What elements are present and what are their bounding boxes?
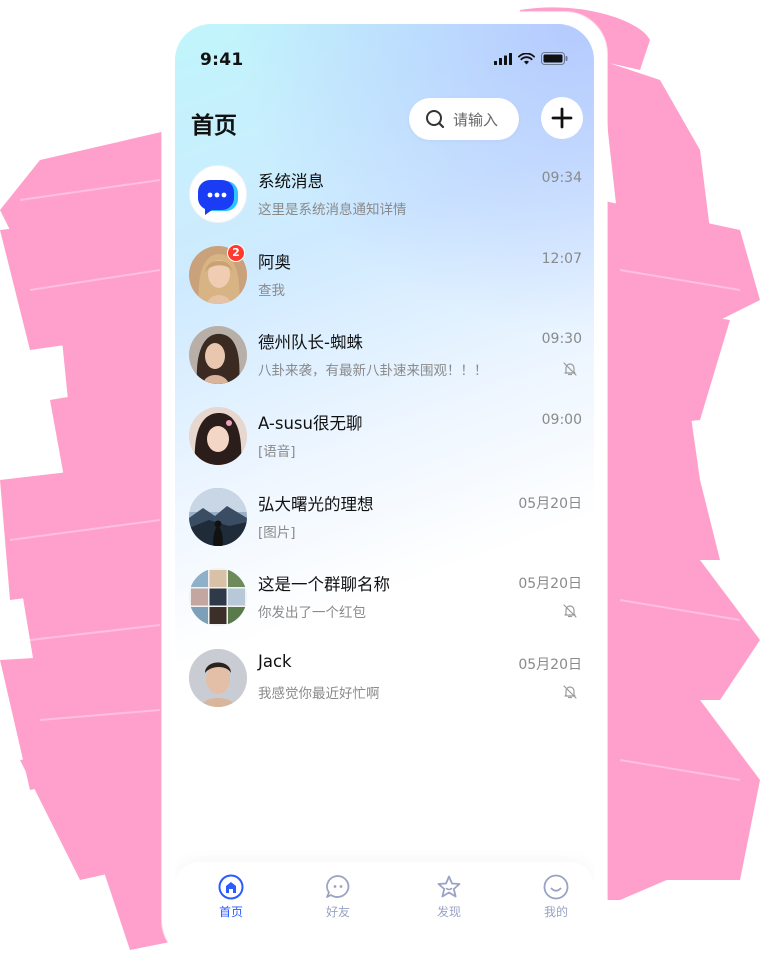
mute-bell-icon [563, 604, 577, 619]
avatar [189, 407, 247, 466]
group-grid-avatar [189, 568, 247, 627]
girl-bangs-avatar [189, 407, 247, 466]
status-bar: 9:41 [175, 24, 594, 74]
chat-time: 09:30 [541, 331, 582, 348]
chat-item[interactable]: 2 阿奥 查我 12:07 [175, 235, 594, 316]
phone-frame: 9:41 首页 请输入 系统消息 这里是系统消息通知详情 09:34 2 阿奥 … [162, 12, 607, 962]
status-icons [494, 52, 568, 65]
chat-item[interactable]: 德州队长-蜘蛛 八卦来袭，有最新八卦速来围观！！！ 09:30 [175, 315, 594, 396]
tab-label: 首页 [218, 905, 243, 919]
avatar [189, 487, 247, 546]
chat-item[interactable]: 这是一个群聊名称 你发出了一个红包 05月20日 [175, 557, 594, 638]
avatar [189, 326, 247, 385]
chat-item[interactable]: Jack 我感觉你最近好忙啊 05月20日 [175, 638, 594, 719]
chat-time: 05月20日 [518, 576, 582, 593]
chat-preview: 这里是系统消息通知详情 [258, 202, 407, 218]
mute-bell-icon [563, 362, 577, 376]
search-input[interactable]: 请输入 [409, 98, 519, 140]
search-placeholder: 请输入 [453, 110, 499, 129]
wifi-icon [518, 52, 535, 64]
chat-time: 09:34 [541, 170, 582, 186]
system-chat-icon [197, 180, 238, 215]
chat-item[interactable]: 系统消息 这里是系统消息通知详情 09:34 [175, 154, 594, 235]
chat-preview: 我感觉你最近好忙啊 [258, 686, 380, 703]
tab-bar: 首页 好友 发现 我的 [175, 862, 594, 950]
chat-name: 这是一个群聊名称 [258, 575, 390, 595]
chat-preview: [语音] [258, 444, 296, 461]
chat-name: 德州队长-蜘蛛 [258, 333, 363, 353]
chat-name: 阿奥 [258, 252, 291, 272]
woman-dark-hair-avatar [189, 326, 247, 385]
chat-time: 05月20日 [518, 495, 582, 512]
avatar [189, 568, 247, 627]
mountain-landscape-avatar [189, 487, 247, 546]
chat-item[interactable]: 弘大曙光的理想 [图片] 05月20日 [175, 477, 594, 558]
mute-bell-icon [563, 685, 577, 699]
avatar [189, 649, 247, 708]
chat-name: A-susu很无聊 [258, 414, 363, 434]
chat-name: 弘大曙光的理想 [258, 494, 374, 514]
chat-preview: 查我 [258, 282, 285, 299]
star-icon [437, 875, 461, 898]
avatar [189, 165, 247, 223]
plus-icon [551, 107, 573, 129]
tab-profile[interactable]: 我的 [526, 874, 586, 920]
chat-bubble-icon [326, 875, 350, 898]
smile-icon [543, 874, 569, 900]
chat-name: Jack [258, 652, 292, 672]
add-button[interactable] [541, 97, 583, 139]
tab-label: 好友 [325, 905, 350, 919]
chat-preview: [图片] [258, 524, 296, 541]
tab-discover[interactable]: 发现 [419, 874, 479, 920]
signal-icon [494, 52, 512, 65]
chat-item[interactable]: A-susu很无聊 [语音] 09:00 [175, 396, 594, 477]
unread-badge: 2 [227, 243, 245, 262]
chat-name: 系统消息 [258, 172, 324, 191]
battery-icon [541, 52, 568, 65]
chat-time: 12:07 [541, 250, 582, 267]
tab-home[interactable]: 首页 [201, 874, 261, 920]
status-time: 9:41 [200, 50, 244, 70]
search-icon [426, 110, 445, 129]
header: 首页 请输入 [175, 94, 594, 144]
home-icon [218, 874, 244, 900]
tab-label: 发现 [436, 905, 461, 919]
app-screen: 9:41 首页 请输入 系统消息 这里是系统消息通知详情 09:34 2 阿奥 … [175, 24, 594, 950]
chat-preview: 你发出了一个红包 [258, 605, 366, 622]
chat-preview: 八卦来袭，有最新八卦速来围观！！！ [258, 363, 488, 380]
tab-label: 我的 [543, 905, 568, 919]
chat-list: 系统消息 这里是系统消息通知详情 09:34 2 阿奥 查我 12:07 德州队… [175, 154, 594, 719]
tab-friends[interactable]: 好友 [308, 874, 368, 920]
chat-time: 05月20日 [518, 657, 582, 674]
chat-time: 09:00 [541, 412, 582, 429]
man-portrait-avatar [189, 649, 247, 708]
page-title: 首页 [191, 113, 237, 139]
